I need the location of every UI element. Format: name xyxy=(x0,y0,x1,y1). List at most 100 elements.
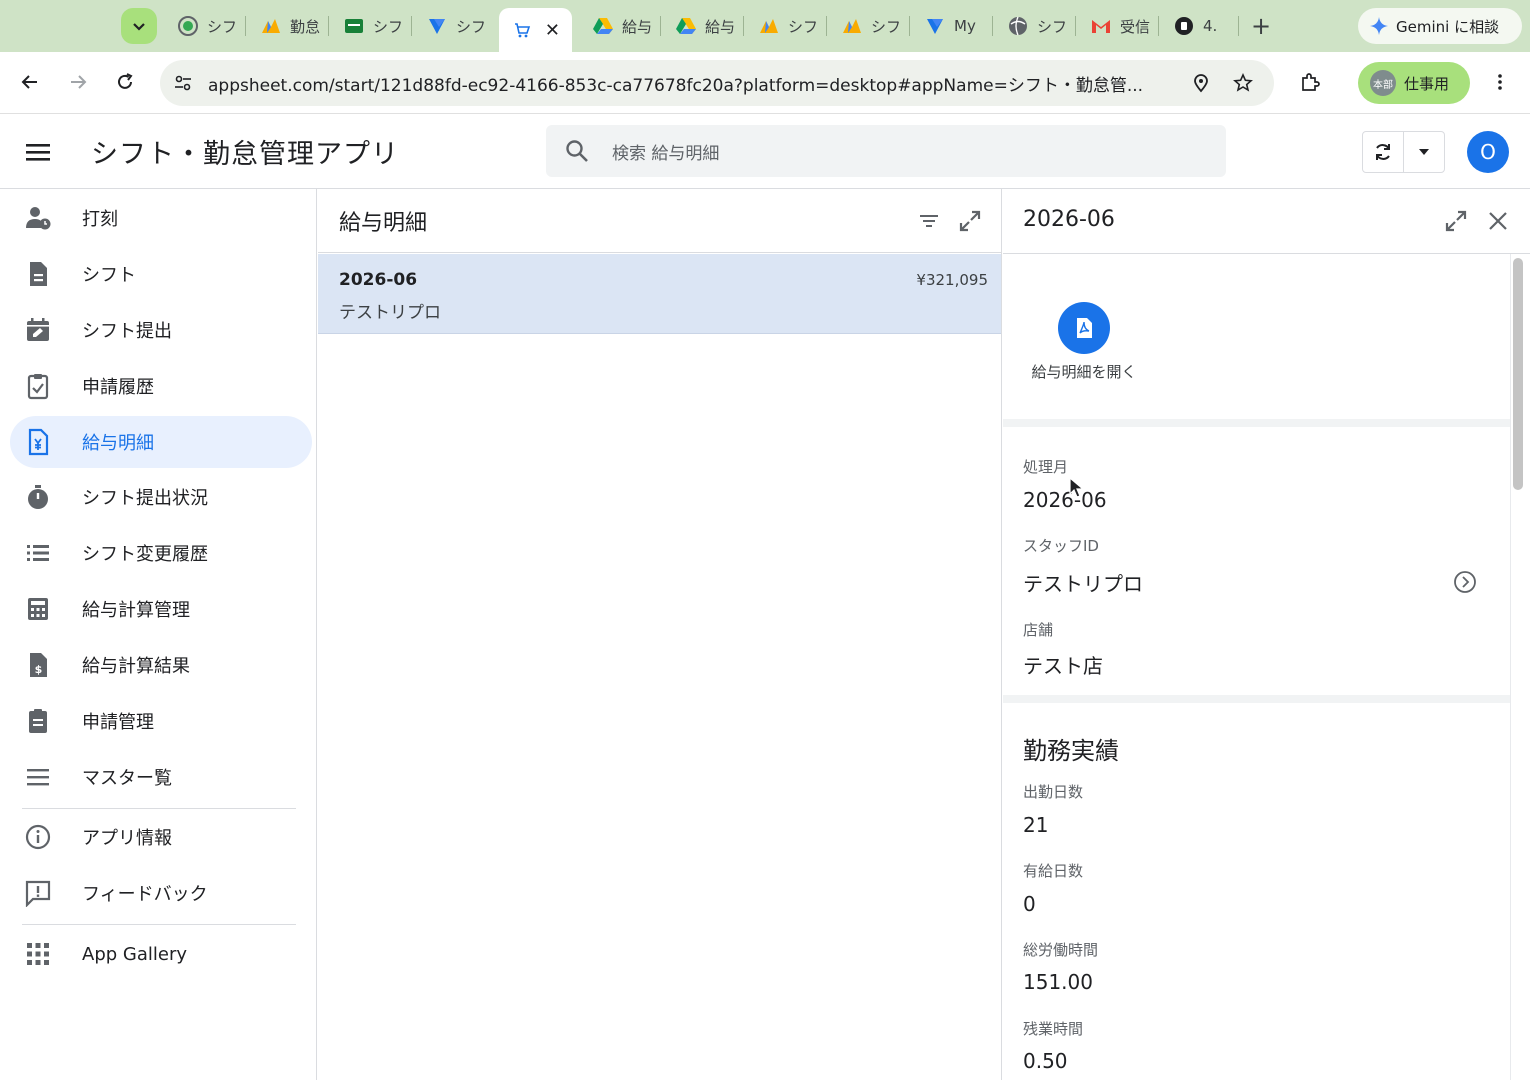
staff-link-button[interactable] xyxy=(1453,570,1477,594)
sync-button[interactable] xyxy=(1363,132,1403,172)
search-icon xyxy=(566,140,588,162)
drive-icon xyxy=(675,15,697,37)
browser-tab[interactable]: 給与 xyxy=(663,8,743,44)
gemini-button[interactable]: Gemini に相談 xyxy=(1358,8,1522,44)
browser-tab[interactable]: 受信 xyxy=(1078,8,1158,44)
site-settings-icon[interactable] xyxy=(172,72,194,94)
reload-button[interactable] xyxy=(109,66,141,98)
browser-tab[interactable]: シフ xyxy=(829,8,909,44)
browser-tab-active[interactable]: ✕ xyxy=(499,8,572,52)
list-pane-header: 給与明細 xyxy=(318,189,1001,253)
extensions-button[interactable] xyxy=(1294,66,1326,98)
filter-button[interactable] xyxy=(915,207,943,235)
sheets-icon xyxy=(343,15,365,37)
nav-item-label: 打刻 xyxy=(82,209,118,230)
browser-tab-label: 受信 xyxy=(1120,17,1151,36)
nav-item-payroll-management[interactable]: 給与計算管理 xyxy=(10,583,312,635)
tab-search-button[interactable] xyxy=(121,8,157,44)
document-dollar-icon: $ xyxy=(24,651,52,679)
close-tab-icon[interactable]: ✕ xyxy=(545,20,560,41)
nav-item-payslip[interactable]: 給与明細 xyxy=(10,416,312,468)
nav-item-app-gallery[interactable]: App Gallery xyxy=(10,928,312,980)
browser-menu-button[interactable] xyxy=(1484,66,1516,98)
grid-icon xyxy=(24,940,52,968)
nav-item-app-info[interactable]: アプリ情報 xyxy=(10,811,312,863)
field-label-overtime-hours: 残業時間 xyxy=(1023,1020,1084,1038)
browser-tab[interactable]: 4. xyxy=(1161,8,1236,44)
browser-tab-label: シフ xyxy=(373,17,404,36)
table-row[interactable]: 2026-06 テストリプロ ¥321,095 xyxy=(318,254,1001,334)
nav-item-master-list[interactable]: マスター覧 xyxy=(10,751,312,803)
nav-item-shift-change-history[interactable]: シフト変更履歴 xyxy=(10,527,312,579)
section-title-work: 勤務実績 xyxy=(1023,737,1119,765)
expand-list-button[interactable] xyxy=(956,207,984,235)
browser-tab-label: 4. xyxy=(1203,17,1218,35)
tab-separator xyxy=(743,16,744,36)
list-pane: 給与明細 2026-06 テストリプロ ¥321,095 xyxy=(318,189,1002,1080)
browser-tab[interactable]: シフ xyxy=(746,8,826,44)
gmail-icon xyxy=(1090,15,1112,37)
new-tab-button[interactable]: + xyxy=(1247,12,1275,40)
search-input[interactable]: 検索 給与明細 xyxy=(546,125,1226,177)
bookmark-star-icon[interactable] xyxy=(1233,73,1253,93)
nav-item-request-management[interactable]: 申請管理 xyxy=(10,695,312,747)
tab-separator xyxy=(245,16,246,36)
detail-title: 2026-06 xyxy=(1023,207,1115,232)
browser-tab[interactable]: シフ xyxy=(414,8,494,44)
back-button[interactable] xyxy=(14,66,46,98)
profile-button[interactable]: 本部 仕事用 xyxy=(1358,62,1470,104)
tab-separator xyxy=(1238,16,1239,36)
nav-item-feedback[interactable]: フィードバック xyxy=(10,867,312,919)
field-value-staff-id[interactable]: テストリプロ xyxy=(1023,568,1143,597)
nav-item-shift-submit[interactable]: シフト提出 xyxy=(10,304,312,356)
sync-options-button[interactable] xyxy=(1403,132,1444,172)
nav-item-shift-status[interactable]: シフト提出状況 xyxy=(10,471,312,523)
address-bar[interactable]: appsheet.com/start/121d88fd-ec92-4166-85… xyxy=(160,60,1274,106)
more-vert-icon xyxy=(1498,74,1502,90)
tab-separator xyxy=(826,16,827,36)
close-detail-button[interactable] xyxy=(1484,207,1512,235)
globe-icon xyxy=(1007,15,1029,37)
user-avatar[interactable]: O xyxy=(1467,131,1509,173)
browser-tab[interactable]: 勤怠 xyxy=(248,8,328,44)
tab-separator xyxy=(1158,16,1159,36)
field-value-paid-leave-days: 0 xyxy=(1023,892,1036,916)
location-pin-icon[interactable] xyxy=(1191,73,1211,93)
expand-icon xyxy=(1445,210,1467,232)
caret-down-icon xyxy=(1419,149,1429,155)
field-label-total-hours: 総労働時間 xyxy=(1023,941,1099,959)
chevron-down-icon xyxy=(133,23,145,31)
browser-tab[interactable]: My xyxy=(912,8,992,44)
open-payslip-button[interactable]: 給与明細を開く xyxy=(1030,302,1138,383)
nav-item-label: 給与計算管理 xyxy=(82,600,190,621)
browser-tab[interactable]: 給与 xyxy=(580,8,660,44)
menu-button[interactable] xyxy=(22,136,54,168)
nav-item-label: フィードバック xyxy=(82,884,208,905)
nav-item-payroll-results[interactable]: $ 給与計算結果 xyxy=(10,639,312,691)
black-circle-icon xyxy=(1173,15,1195,37)
nav-item-label: 申請管理 xyxy=(82,712,154,733)
browser-tab[interactable]: シフ xyxy=(995,8,1075,44)
app-title: シフト・勤怠管理アプリ xyxy=(91,139,399,170)
appsheet-icon xyxy=(260,15,282,37)
browser-tab[interactable]: シフ xyxy=(331,8,411,44)
sync-control xyxy=(1362,131,1445,173)
action-card: 給与明細を開く xyxy=(1003,255,1511,427)
chevron-right-circle-icon xyxy=(1454,571,1476,593)
arrow-left-icon xyxy=(21,75,37,89)
sync-icon xyxy=(1376,144,1390,160)
nav-item-shift[interactable]: シフト xyxy=(10,248,312,300)
nav-divider xyxy=(22,808,296,809)
svg-text:$: $ xyxy=(35,663,43,676)
expand-detail-button[interactable] xyxy=(1442,207,1470,235)
profile-avatar: 本部 xyxy=(1370,70,1396,96)
field-label-store: 店舗 xyxy=(1023,621,1054,639)
browser-tab[interactable]: シフ xyxy=(165,8,245,44)
basic-info-card: 処理月 2026-06 スタッフID テストリプロ 店舗 テスト店 xyxy=(1003,435,1511,703)
scrollbar-thumb[interactable] xyxy=(1513,258,1523,490)
nav-item-punch[interactable]: 打刻 xyxy=(10,192,312,244)
forward-button[interactable] xyxy=(62,66,94,98)
nav-item-request-history[interactable]: 申請履歴 xyxy=(10,360,312,412)
plus-icon: + xyxy=(1250,12,1272,40)
browser-tab-label: 給与 xyxy=(705,17,736,36)
